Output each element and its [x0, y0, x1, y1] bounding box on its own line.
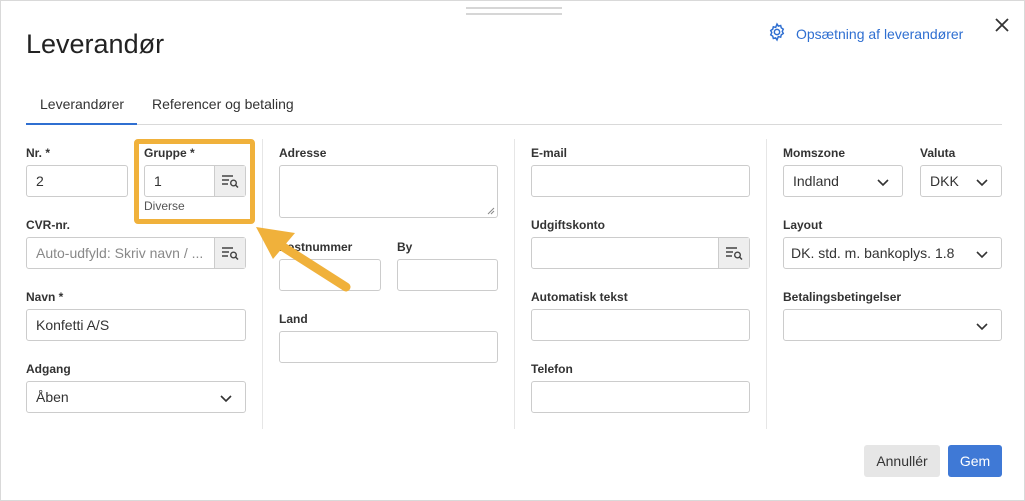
save-button[interactable]: Gem [948, 445, 1002, 477]
adresse-label: Adresse [279, 146, 327, 160]
udgiftskonto-label: Udgiftskonto [531, 218, 605, 232]
adresse-textarea[interactable] [279, 165, 498, 218]
lookup-list-icon [222, 247, 239, 260]
callout-arrow-icon [256, 227, 351, 292]
cancel-button[interactable]: Annullér [864, 445, 940, 477]
chevron-down-icon [976, 323, 988, 331]
betalingsbetingelser-label: Betalingsbetingelser [783, 290, 902, 304]
betalingsbetingelser-select[interactable] [783, 309, 1002, 341]
valuta-label: Valuta [920, 146, 956, 160]
adgang-select[interactable]: Åben [26, 381, 246, 413]
column-divider [766, 139, 767, 429]
supplier-setup-link[interactable]: Opsætning af leverandører [767, 22, 963, 45]
chevron-down-icon [976, 251, 988, 259]
drag-handle[interactable] [466, 7, 562, 15]
by-label: By [397, 240, 413, 254]
nr-label: Nr. * [26, 146, 51, 160]
cvr-input[interactable]: Auto-udfyld: Skriv navn / ... [26, 237, 246, 269]
gruppe-highlight-box [134, 139, 255, 224]
tab-bar: Leverandører Referencer og betaling [26, 87, 1002, 125]
land-input[interactable] [279, 331, 498, 363]
close-button[interactable] [992, 15, 1012, 35]
by-input[interactable] [397, 259, 498, 291]
udgiftskonto-input[interactable] [531, 237, 750, 269]
column-divider [514, 139, 515, 429]
chevron-down-icon [220, 395, 232, 403]
supplier-dialog: Leverandør Opsætning af leverandører Lev… [0, 0, 1025, 501]
momszone-label: Momszone [783, 146, 846, 160]
resize-handle-icon[interactable] [487, 207, 495, 215]
dialog-title: Leverandør [26, 29, 165, 59]
supplier-setup-link-label: Opsætning af leverandører [796, 25, 964, 42]
land-label: Land [279, 312, 308, 326]
navn-input[interactable]: Konfetti A/S [26, 309, 246, 341]
navn-label: Navn * [26, 290, 64, 304]
layout-label: Layout [783, 218, 823, 232]
adgang-label: Adgang [26, 362, 71, 376]
telefon-input[interactable] [531, 381, 750, 413]
nr-input[interactable]: 2 [26, 165, 128, 197]
chevron-down-icon [877, 179, 889, 187]
close-icon [995, 18, 1009, 32]
cvr-label: CVR-nr. [26, 218, 71, 232]
automatisk-tekst-input[interactable] [531, 309, 750, 341]
tab-referencer-og-betaling[interactable]: Referencer og betaling [152, 87, 294, 125]
udgiftskonto-lookup-button[interactable] [718, 238, 749, 268]
valuta-select[interactable]: DKK [920, 165, 1002, 197]
automatisk-tekst-label: Automatisk tekst [531, 290, 628, 304]
email-label: E-mail [531, 146, 568, 160]
momszone-select[interactable]: Indland [783, 165, 903, 197]
chevron-down-icon [976, 179, 988, 187]
email-input[interactable] [531, 165, 750, 197]
tab-leverandorer[interactable]: Leverandører [26, 87, 137, 125]
layout-select[interactable]: DK. std. m. bankoplys. 1.8 [783, 237, 1002, 269]
telefon-label: Telefon [531, 362, 573, 376]
cvr-lookup-button[interactable] [214, 238, 245, 268]
lookup-list-icon [726, 247, 743, 260]
gear-icon [767, 22, 796, 45]
